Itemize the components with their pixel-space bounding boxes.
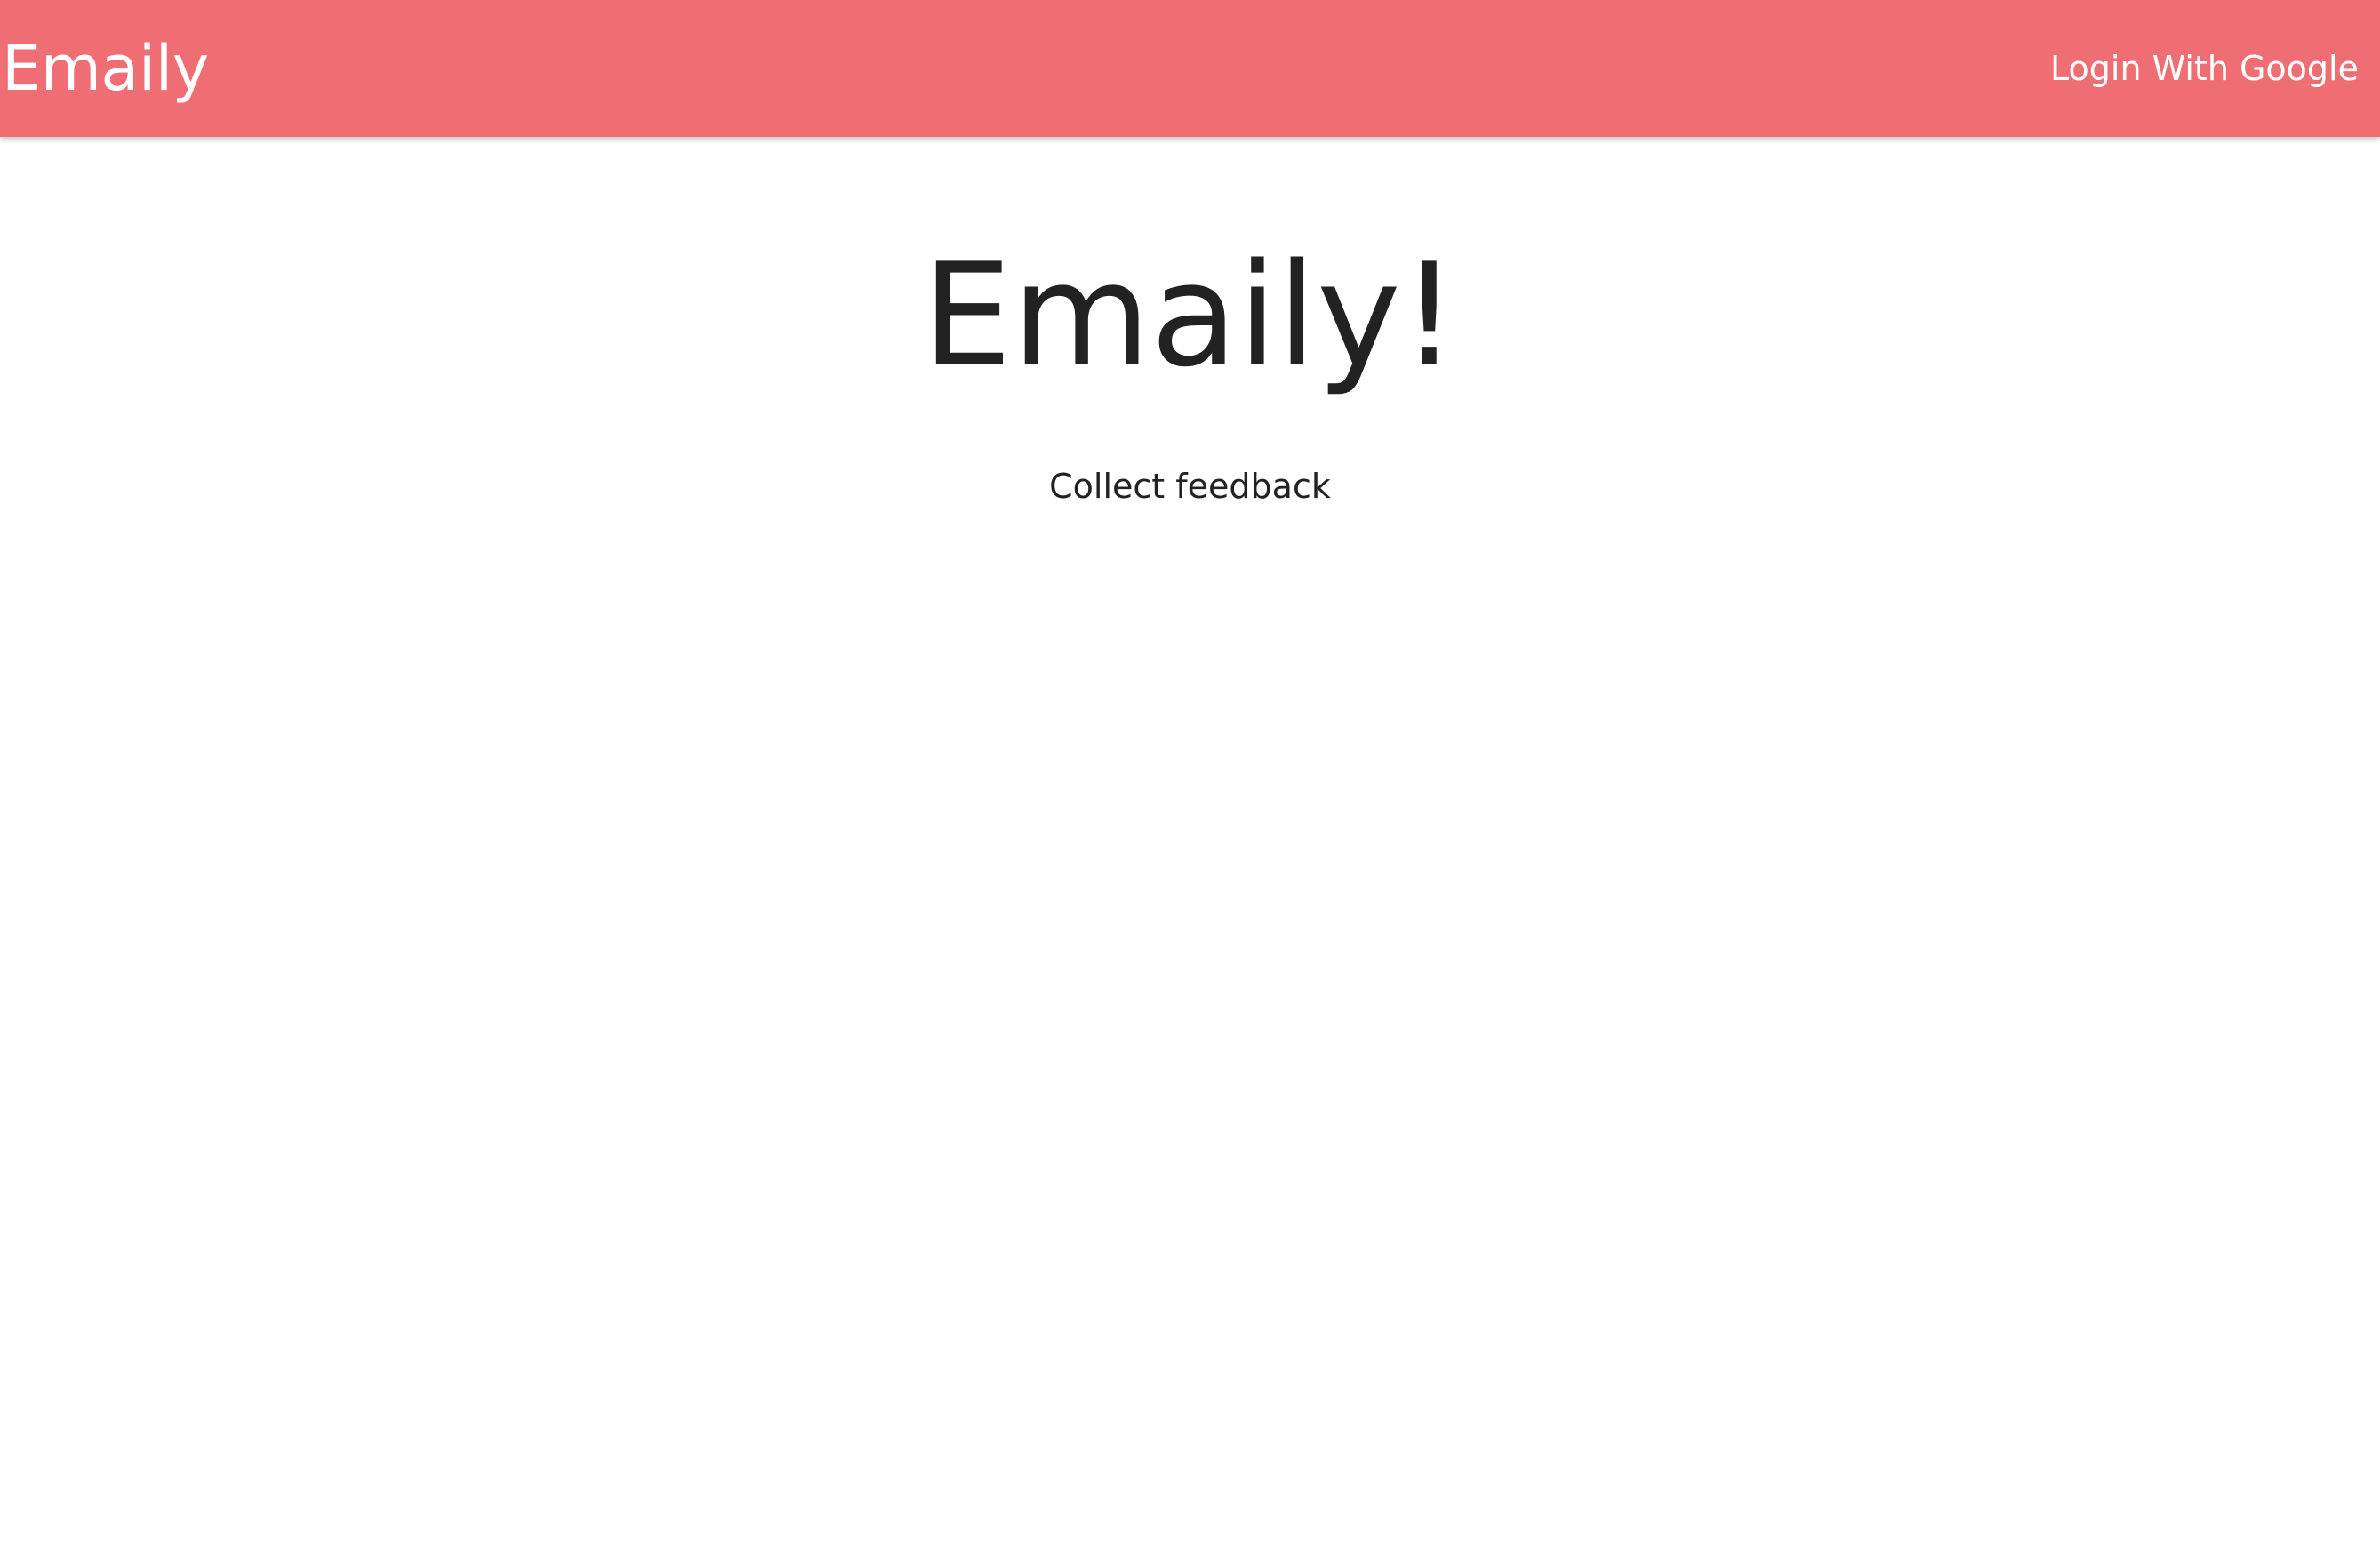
brand-logo-link[interactable]: Emaily xyxy=(2,0,209,137)
top-navbar: Emaily Login With Google xyxy=(0,0,2380,137)
login-with-google-link[interactable]: Login With Google xyxy=(2050,0,2359,137)
hero-subtitle: Collect feedback xyxy=(1049,467,1331,506)
hero-title: Emaily! xyxy=(922,232,1458,398)
landing-hero: Emaily! Collect feedback xyxy=(0,222,2380,509)
